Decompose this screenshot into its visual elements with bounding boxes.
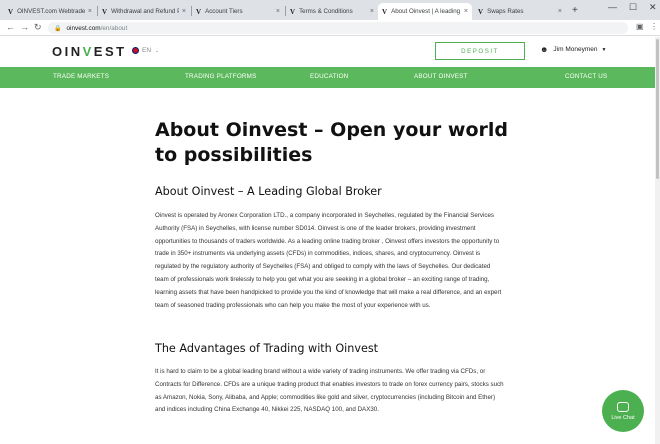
address-bar-row: ← → ↻ 🔒 oinvest.com/en/about ▣ ⋮ xyxy=(0,20,660,36)
nav-about-oinvest[interactable]: ABOUT OINVEST xyxy=(414,73,468,80)
section-heading: About Oinvest – A Leading Global Broker xyxy=(155,185,382,198)
tab-title: Terms & Conditions xyxy=(299,8,353,15)
close-tab-icon[interactable]: × xyxy=(276,8,280,15)
tab-title: Withdrawal and Refund Po xyxy=(111,8,179,15)
close-window-icon[interactable]: ✕ xyxy=(649,2,657,13)
close-tab-icon[interactable]: × xyxy=(558,8,562,15)
tab-title: About Oinvest | A leading xyxy=(391,8,461,15)
live-chat-label: Live Chat xyxy=(611,414,635,421)
maximize-icon[interactable]: ☐ xyxy=(629,2,637,13)
tab-title: Swaps Rates xyxy=(487,8,524,15)
close-tab-icon[interactable]: × xyxy=(88,8,92,15)
user-menu[interactable]: ☻ Jim Moneymen ▼ xyxy=(540,45,606,54)
nav-contact-us[interactable]: CONTACT US xyxy=(565,73,607,80)
favicon-icon: V xyxy=(102,7,108,16)
section-heading: The Advantages of Trading with Oinvest xyxy=(155,342,379,355)
url-input[interactable]: 🔒 oinvest.com/en/about xyxy=(48,22,628,34)
scrollbar-thumb[interactable] xyxy=(656,39,659,179)
nav-trading-platforms[interactable]: TRADING PLATFORMS xyxy=(185,73,257,80)
minimize-icon[interactable]: — xyxy=(608,2,617,12)
close-tab-icon[interactable]: × xyxy=(370,8,374,15)
new-tab-icon[interactable]: + xyxy=(572,5,578,16)
favicon-icon: V xyxy=(196,7,202,16)
section-paragraph: It is hard to claim to be a global leadi… xyxy=(155,368,504,414)
browser-tab[interactable]: V Account Tiers × xyxy=(192,3,284,20)
section-paragraph: Oinvest is operated by Aronex Corporatio… xyxy=(155,212,502,309)
extension-icon[interactable]: ▣ xyxy=(636,22,644,31)
browser-tab[interactable]: V Withdrawal and Refund Po × xyxy=(98,3,190,20)
reload-icon[interactable]: ↻ xyxy=(34,22,42,33)
page-title: About Oinvest – Open your world to possi… xyxy=(155,119,508,166)
language-label: EN xyxy=(142,47,152,54)
favicon-icon: V xyxy=(382,7,388,16)
browser-tab[interactable]: V OINVEST.com Webtrader × xyxy=(4,3,96,20)
uk-flag-icon xyxy=(132,47,139,54)
nav-trade-markets[interactable]: TRADE MARKETS xyxy=(53,73,109,80)
favicon-icon: V xyxy=(290,7,296,16)
user-name: Jim Moneymen xyxy=(553,46,598,53)
close-tab-icon[interactable]: × xyxy=(464,8,468,15)
chat-bubble-icon xyxy=(617,401,629,412)
browser-tab-active[interactable]: V About Oinvest | A leading × xyxy=(378,3,472,20)
nav-education[interactable]: EDUCATION xyxy=(310,73,348,80)
favicon-icon: V xyxy=(478,7,484,16)
live-chat-button[interactable]: Live Chat xyxy=(602,390,644,432)
url-domain: oinvest.com xyxy=(66,24,101,32)
lock-icon: 🔒 xyxy=(54,25,62,32)
browser-tab-bar: V OINVEST.com Webtrader × V Withdrawal a… xyxy=(0,0,660,20)
url-path: /en/about xyxy=(100,24,128,32)
deposit-button[interactable]: DEPOSIT xyxy=(435,42,525,60)
chevron-down-icon: ⌄ xyxy=(155,47,160,54)
oinvest-logo[interactable]: OINVEST xyxy=(52,44,127,59)
menu-kebab-icon[interactable]: ⋮ xyxy=(650,22,658,31)
main-nav: TRADE MARKETS TRADING PLATFORMS EDUCATIO… xyxy=(0,67,660,88)
tab-title: Account Tiers xyxy=(205,8,243,15)
favicon-icon: V xyxy=(8,7,14,16)
forward-icon[interactable]: → xyxy=(20,22,29,32)
language-selector[interactable]: EN ⌄ xyxy=(132,47,159,54)
caret-down-icon: ▼ xyxy=(601,46,607,53)
site-header: OINVEST EN ⌄ DEPOSIT ☻ Jim Moneymen ▼ xyxy=(0,37,660,67)
browser-tab[interactable]: V Terms & Conditions × xyxy=(286,3,378,20)
browser-tab[interactable]: V Swaps Rates × xyxy=(474,3,566,20)
close-tab-icon[interactable]: × xyxy=(182,8,186,15)
back-icon[interactable]: ← xyxy=(6,22,15,32)
page-scrollbar[interactable] xyxy=(655,37,660,444)
user-icon: ☻ xyxy=(540,45,549,54)
tab-title: OINVEST.com Webtrader xyxy=(17,8,85,15)
